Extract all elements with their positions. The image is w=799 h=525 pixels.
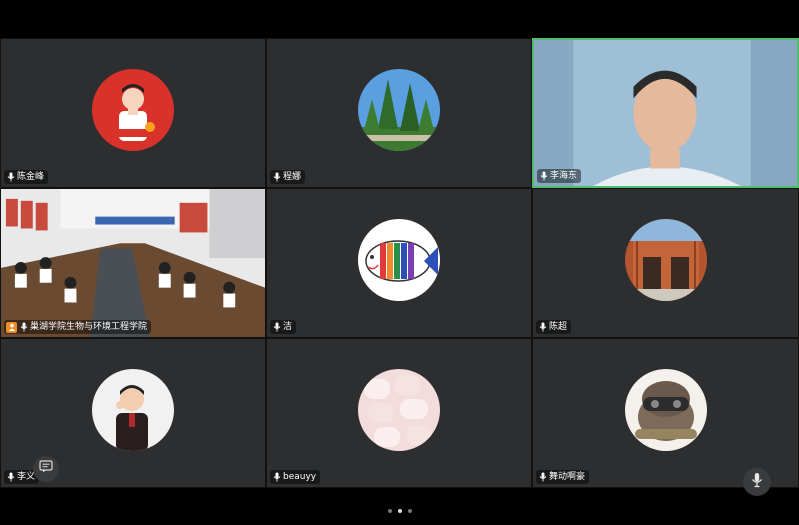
participant-tile[interactable]: 洁 [266,188,532,338]
mic-icon [6,172,15,183]
participant-tile[interactable]: 陈金峰 [0,38,266,188]
mic-icon [539,171,548,182]
participant-avatar [358,69,440,151]
participant-name: 舞动啊豪 [549,472,586,482]
participant-name-tag: 巢湖学院生物与环境工程学院 [4,320,152,334]
participant-name: 陈超 [549,322,568,332]
participant-name-tag: 舞动啊豪 [536,470,590,484]
meeting-screen: 陈金峰 程娜 李海东 巢湖学院生物与环境工程学院 洁 陈超 李义 beauyy … [0,0,799,525]
video-grid: 陈金峰 程娜 李海东 巢湖学院生物与环境工程学院 洁 陈超 李义 beauyy … [0,38,799,488]
participant-video [1,189,265,337]
mic-icon [6,472,15,483]
microphone-button[interactable] [743,468,771,496]
participant-avatar [624,219,707,301]
mic-icon [538,322,547,333]
participant-name-tag: 陈金峰 [4,170,49,184]
participant-tile[interactable]: beauyy [266,338,532,488]
participant-avatar [92,369,174,451]
host-icon [6,321,17,333]
page-dot-active[interactable] [397,509,402,513]
participant-name-tag: 程娜 [270,170,306,184]
participant-tile[interactable]: 舞动啊豪 [532,338,799,488]
mic-icon [272,322,281,333]
mic-icon [538,472,547,483]
participant-avatar [358,369,440,451]
participant-name-tag: 陈超 [536,320,572,334]
participant-name: 洁 [283,322,293,332]
participant-name: 李义 [17,472,36,482]
participant-name: 程娜 [283,172,302,182]
mic-icon [19,322,28,333]
microphone-icon [751,472,763,493]
participant-avatar [358,219,440,301]
participant-name-tag: 洁 [270,320,297,334]
participant-avatar [92,69,174,151]
participant-name: 李海东 [550,171,578,181]
participant-tile[interactable]: 陈超 [532,188,799,338]
chat-icon [39,460,53,478]
participant-name-tag: beauyy [270,470,321,484]
participant-name-tag: 李海东 [537,169,582,183]
participant-video [534,40,797,186]
participant-name: beauyy [283,472,317,482]
mic-icon [272,472,281,483]
participant-tile-active-speaker[interactable]: 李海东 [532,38,799,188]
participant-tile[interactable]: 巢湖学院生物与环境工程学院 [0,188,266,338]
chat-button[interactable] [33,456,59,482]
page-indicator[interactable] [0,509,799,513]
participant-name: 陈金峰 [17,172,45,182]
page-dot[interactable] [387,509,392,513]
participant-name: 巢湖学院生物与环境工程学院 [30,322,148,332]
mic-icon [272,172,281,183]
participant-avatar [624,369,707,451]
participant-tile[interactable]: 程娜 [266,38,532,188]
page-dot[interactable] [407,509,412,513]
